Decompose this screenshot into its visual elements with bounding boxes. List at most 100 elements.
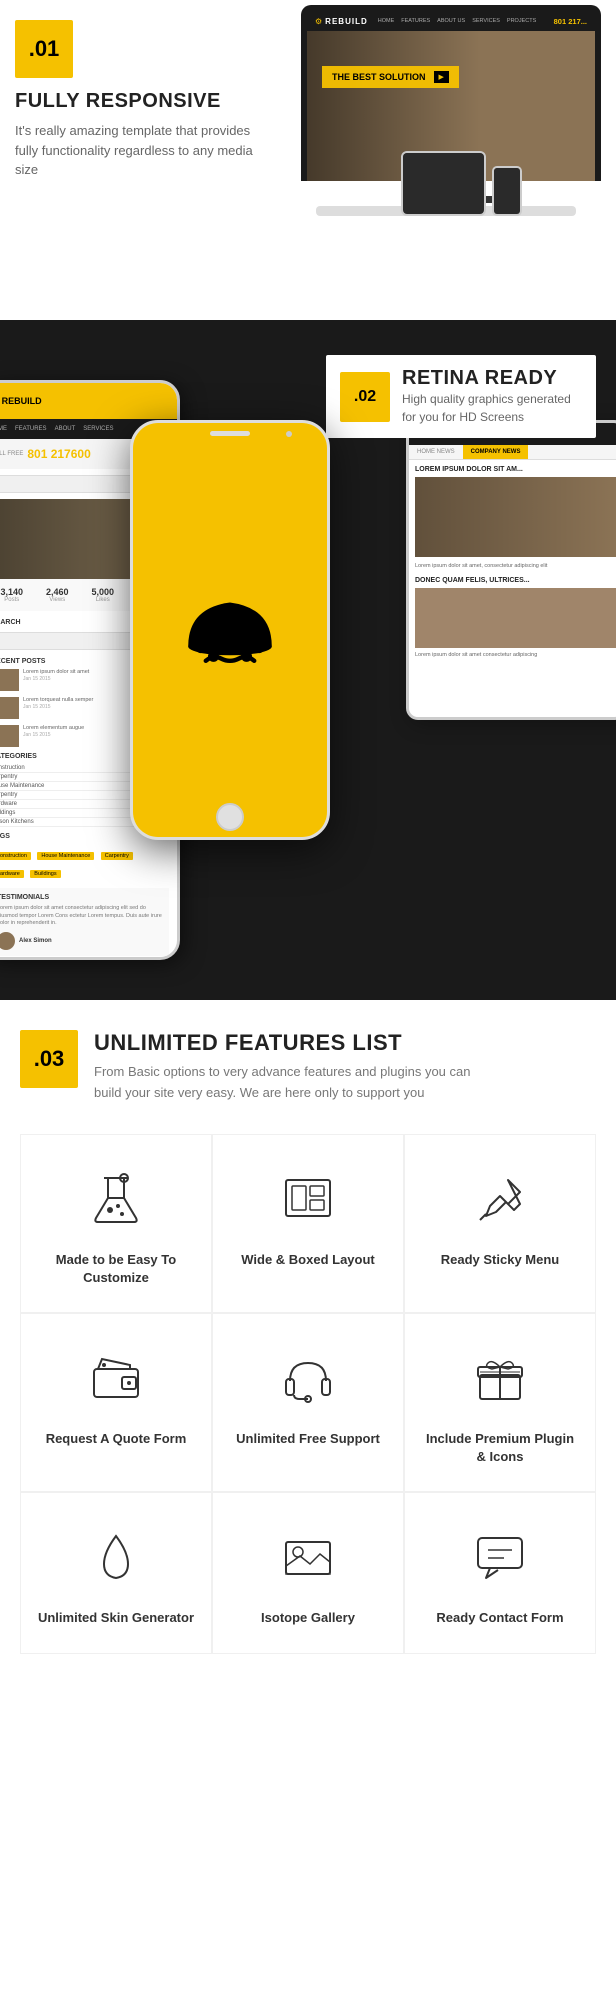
feature-item-gallery: Isotope Gallery xyxy=(212,1492,404,1653)
retina-badge-row: .02 RETINA READY High quality graphics g… xyxy=(340,367,582,426)
stat-num-2: 2,460 xyxy=(37,587,79,597)
retina-info: .02 RETINA READY High quality graphics g… xyxy=(326,355,596,438)
ipad-post-text-3: Lorem elementum augue xyxy=(23,725,84,732)
ipad-tag-2: House Maintenance xyxy=(37,852,94,860)
mobile-device xyxy=(492,166,522,216)
stat-label-1: Posts xyxy=(0,597,33,603)
ipad-header: ⚙ REBUILD xyxy=(0,383,177,419)
ipad-post-info-1: Lorem ipsum dolor sit amet Jan 15 2015 xyxy=(23,669,89,682)
rebuild-logo: ⚙ REBUILD xyxy=(315,17,368,26)
retina-text: RETINA READY High quality graphics gener… xyxy=(402,367,582,426)
ipad-toll-free: TOLL FREE xyxy=(0,451,23,457)
ipad-nav-about: ABOUT xyxy=(55,426,76,432)
feature-label-customize: Made to be Easy To Customize xyxy=(36,1251,196,1287)
nav-home: HOME xyxy=(378,18,395,24)
rebuild-icon: ⚙ xyxy=(315,17,322,26)
ipad-tag-3: Carpentry xyxy=(101,852,133,860)
phone-camera xyxy=(286,431,292,437)
stat-num-1: 3,140 xyxy=(0,587,33,597)
section2-retina: .02 RETINA READY High quality graphics g… xyxy=(0,320,616,1000)
feature-label-gallery: Isotope Gallery xyxy=(261,1609,355,1627)
retina-title: RETINA READY xyxy=(402,367,582,390)
feature-label-quote: Request A Quote Form xyxy=(46,1430,187,1448)
phone-big-screen xyxy=(133,423,327,837)
chemistry-icon xyxy=(81,1165,151,1235)
nav-services: SERVICES xyxy=(472,18,500,24)
ipad-stat-3: 5,000 Likes xyxy=(82,587,124,603)
phone-speaker xyxy=(210,431,250,436)
ipad-post-date-1: Jan 15 2015 xyxy=(23,676,89,682)
feature-label-contact: Ready Contact Form xyxy=(436,1609,563,1627)
gift-icon xyxy=(465,1344,535,1414)
devices-row xyxy=(401,151,522,216)
stat-label-3: Likes xyxy=(82,597,124,603)
section1-fully-responsive: .01 FULLY RESPONSIVE It's really amazing… xyxy=(0,0,616,320)
section3-features: .03 UNLIMITED FEATURES LIST From Basic o… xyxy=(0,1000,616,1664)
feature-label-menu: Ready Sticky Menu xyxy=(441,1251,560,1269)
tr-tab-company-news[interactable]: COMPANY NEWS xyxy=(463,445,529,459)
tablet-screen xyxy=(403,153,484,214)
ipad-post-text-2: Lorem torqueat nulla semper xyxy=(23,697,93,704)
ipad-nav-features: FEATURES xyxy=(15,426,47,432)
feature-item-layout: Wide & Boxed Layout xyxy=(212,1134,404,1313)
ipad-testimonial-text: Lorem ipsum dolor sit amet consectetur a… xyxy=(0,905,163,928)
feature-item-contact: Ready Contact Form xyxy=(404,1492,596,1653)
badge-02: .02 xyxy=(340,372,390,422)
section3-header-text: UNLIMITED FEATURES LIST From Basic optio… xyxy=(94,1030,494,1104)
chemistry-svg xyxy=(86,1170,146,1230)
ipad-testimonial-author-row: Alex Simon xyxy=(0,932,163,950)
ipad-post-info-2: Lorem torqueat nulla semper Jan 15 2015 xyxy=(23,697,93,710)
tr-tab-home-news[interactable]: HOME NEWS xyxy=(409,445,463,459)
image-svg xyxy=(278,1528,338,1588)
section1-description: It's really amazing template that provid… xyxy=(15,121,265,180)
mobile-screen xyxy=(494,168,520,214)
ipad-post-info-3: Lorem elementum augue Jan 15 2015 xyxy=(23,725,84,738)
feature-item-menu: Ready Sticky Menu xyxy=(404,1134,596,1313)
badge-03: .03 xyxy=(20,1030,78,1088)
stat-num-3: 5,000 xyxy=(82,587,124,597)
layout-icon xyxy=(273,1165,343,1235)
drop-icon xyxy=(81,1523,151,1593)
section1-text-block: .01 FULLY RESPONSIVE It's really amazing… xyxy=(15,20,265,180)
ipad-nav-home: HOME xyxy=(0,426,7,432)
phone-home-button[interactable] xyxy=(216,803,244,831)
feature-label-skin: Unlimited Skin Generator xyxy=(38,1609,194,1627)
ipad-logo: ⚙ REBUILD xyxy=(0,396,42,407)
headphone-icon xyxy=(273,1344,343,1414)
ipad-post-date-3: Jan 15 2015 xyxy=(23,732,84,738)
feature-item-skin: Unlimited Skin Generator xyxy=(20,1492,212,1653)
ipad-nav-services: SERVICES xyxy=(83,426,113,432)
rebuild-name: REBUILD xyxy=(325,17,368,26)
feature-item-support: Unlimited Free Support xyxy=(212,1313,404,1492)
ipad-tag-1: Construction xyxy=(0,852,31,860)
ipad-post-img-2 xyxy=(0,697,19,719)
pin-svg xyxy=(470,1170,530,1230)
pin-icon xyxy=(465,1165,535,1235)
ipad-testimonial-avatar xyxy=(0,932,15,950)
tablet-right-device: ⚙ REBUILD HOME FEATURES ABOUT HOME NEWS … xyxy=(406,420,616,720)
ipad-stat-1: 3,140 Posts xyxy=(0,587,33,603)
tr-post-title: LOREM IPSUM DOLOR SIT AM... xyxy=(415,466,616,473)
ipad-stat-2: 2,460 Views xyxy=(37,587,79,603)
hero-banner-btn[interactable]: ▶ xyxy=(434,71,449,83)
nav-about: ABOUT US xyxy=(437,18,465,24)
ipad-testimonial: TESTIMONIALS Lorem ipsum dolor sit amet … xyxy=(0,888,169,956)
monitor-nav-items: HOME FEATURES ABOUT US SERVICES PROJECTS xyxy=(378,18,537,24)
ipad-phone-number: 801 217600 xyxy=(27,447,90,461)
ipad-post-img-3 xyxy=(0,725,19,747)
ipad-tag-4: Hardware xyxy=(0,870,24,878)
section3-title: UNLIMITED FEATURES LIST xyxy=(94,1030,494,1056)
headphone-svg xyxy=(278,1349,338,1409)
tr-img-overlay xyxy=(415,477,616,557)
nav-projects: PROJECTS xyxy=(507,18,536,24)
phone-big-device xyxy=(130,420,330,840)
stat-label-2: Views xyxy=(37,597,79,603)
hero-banner: THE BEST SOLUTION ▶ xyxy=(322,66,459,88)
tr-post-body2: Lorem ipsum dolor sit amet consectetur a… xyxy=(415,652,616,660)
layout-svg xyxy=(278,1170,338,1230)
wallet-svg xyxy=(86,1349,146,1409)
features-grid: Made to be Easy To Customize Wide & Boxe… xyxy=(20,1134,596,1654)
ipad-tag-5: Buildings xyxy=(30,870,60,878)
ipad-post-img-1 xyxy=(0,669,19,691)
ipad-post-date-2: Jan 15 2015 xyxy=(23,704,93,710)
